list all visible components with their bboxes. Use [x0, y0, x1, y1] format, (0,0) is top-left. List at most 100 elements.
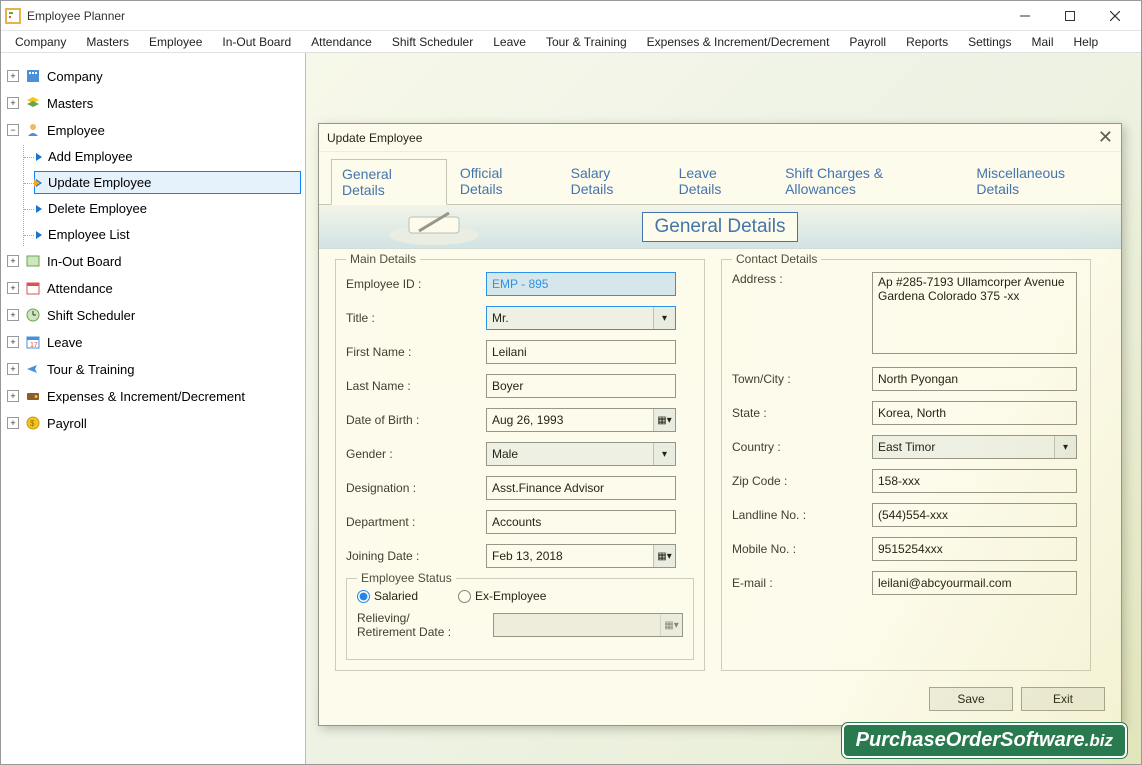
menu-mail[interactable]: Mail	[1021, 33, 1063, 51]
label-email: E-mail :	[732, 576, 872, 590]
radio-salaried[interactable]: Salaried	[357, 589, 418, 603]
tree-payroll[interactable]: +$Payroll	[5, 411, 301, 435]
banner-title: General Details	[642, 212, 799, 242]
menu-expenses[interactable]: Expenses & Increment/Decrement	[637, 33, 840, 51]
tab-salary[interactable]: Salary Details	[560, 158, 666, 204]
tree-label: Company	[47, 69, 103, 84]
menubar: Company Masters Employee In-Out Board At…	[1, 31, 1141, 53]
wallet-icon	[25, 388, 41, 404]
label-department: Department :	[346, 515, 486, 529]
town-input[interactable]	[872, 367, 1077, 391]
calendar-icon: 17	[25, 334, 41, 350]
tree-leave[interactable]: +17Leave	[5, 330, 301, 354]
dialog-titlebar: Update Employee ✕	[319, 124, 1121, 152]
tree-label: In-Out Board	[47, 254, 121, 269]
label-title: Title :	[346, 311, 486, 325]
label-mobile: Mobile No. :	[732, 542, 872, 556]
tab-shift-charges[interactable]: Shift Charges & Allowances	[774, 158, 963, 204]
department-input[interactable]	[486, 510, 676, 534]
tab-official[interactable]: Official Details	[449, 158, 558, 204]
state-input[interactable]	[872, 401, 1077, 425]
menu-attendance[interactable]: Attendance	[301, 33, 382, 51]
mobile-input[interactable]	[872, 537, 1077, 561]
tree-label: Tour & Training	[47, 362, 134, 377]
menu-settings[interactable]: Settings	[958, 33, 1021, 51]
app-icon	[5, 8, 21, 24]
clock-icon	[25, 307, 41, 323]
chevron-down-icon[interactable]: ▾	[653, 443, 675, 465]
tree-add-employee[interactable]: Add Employee	[34, 145, 301, 168]
label-employee-id: Employee ID :	[346, 277, 486, 291]
tree-inout[interactable]: +In-Out Board	[5, 249, 301, 273]
tab-general[interactable]: General Details	[331, 159, 447, 205]
menu-company[interactable]: Company	[5, 33, 76, 51]
minimize-button[interactable]	[1002, 2, 1047, 30]
label-country: Country :	[732, 440, 872, 454]
menu-masters[interactable]: Masters	[76, 33, 139, 51]
board-icon	[25, 253, 41, 269]
radio-exemployee[interactable]: Ex-Employee	[458, 589, 546, 603]
gender-select[interactable]	[486, 442, 676, 466]
calendar-picker-icon[interactable]: ▦▾	[653, 545, 675, 567]
tree-label: Expenses & Increment/Decrement	[47, 389, 245, 404]
employee-id-input[interactable]	[486, 272, 676, 296]
notebook-icon	[379, 207, 489, 247]
menu-inoutboard[interactable]: In-Out Board	[212, 33, 301, 51]
tree-label: Payroll	[47, 416, 87, 431]
joining-input[interactable]	[486, 544, 676, 568]
button-row: Save Exit	[319, 679, 1121, 725]
tree-masters[interactable]: +Masters	[5, 91, 301, 115]
calendar-picker-icon[interactable]: ▦▾	[653, 409, 675, 431]
chevron-down-icon[interactable]: ▾	[1054, 436, 1076, 458]
dob-input[interactable]	[486, 408, 676, 432]
tree-update-employee[interactable]: Update Employee	[34, 171, 301, 194]
tree-shift[interactable]: +Shift Scheduler	[5, 303, 301, 327]
menu-payroll[interactable]: Payroll	[839, 33, 896, 51]
tab-misc[interactable]: Miscellaneous Details	[965, 158, 1119, 204]
chevron-down-icon[interactable]: ▾	[653, 307, 675, 329]
titlebar: Employee Planner	[1, 1, 1141, 31]
first-name-input[interactable]	[486, 340, 676, 364]
coin-icon: $	[25, 415, 41, 431]
landline-input[interactable]	[872, 503, 1077, 527]
tree-attendance[interactable]: +Attendance	[5, 276, 301, 300]
menu-employee[interactable]: Employee	[139, 33, 212, 51]
employee-status-group: Employee Status Salaried Ex-Employee Rel…	[346, 578, 694, 660]
app-title: Employee Planner	[27, 9, 1002, 23]
tree-delete-employee[interactable]: Delete Employee	[34, 197, 301, 220]
designation-input[interactable]	[486, 476, 676, 500]
last-name-input[interactable]	[486, 374, 676, 398]
zip-input[interactable]	[872, 469, 1077, 493]
tree-expenses[interactable]: +Expenses & Increment/Decrement	[5, 384, 301, 408]
menu-shift[interactable]: Shift Scheduler	[382, 33, 483, 51]
menu-reports[interactable]: Reports	[896, 33, 958, 51]
tree-label: Add Employee	[48, 149, 133, 164]
country-select[interactable]	[872, 435, 1077, 459]
title-select[interactable]	[486, 306, 676, 330]
tree-company[interactable]: +Company	[5, 64, 301, 88]
radio-salaried-input[interactable]	[357, 590, 370, 603]
menu-help[interactable]: Help	[1064, 33, 1109, 51]
tree-label: Employee List	[48, 227, 130, 242]
address-input[interactable]	[872, 272, 1077, 354]
tabs: General Details Official Details Salary …	[319, 152, 1121, 205]
save-button[interactable]: Save	[929, 687, 1013, 711]
tree-label: Update Employee	[48, 175, 151, 190]
radio-exemployee-input[interactable]	[458, 590, 471, 603]
menu-leave[interactable]: Leave	[483, 33, 536, 51]
dialog-close-button[interactable]: ✕	[1098, 127, 1113, 148]
label-gender: Gender :	[346, 447, 486, 461]
label-town: Town/City :	[732, 372, 872, 386]
dialog-title: Update Employee	[327, 131, 1098, 145]
email-input[interactable]	[872, 571, 1077, 595]
maximize-button[interactable]	[1047, 2, 1092, 30]
close-button[interactable]	[1092, 2, 1137, 30]
content-area: Update Employee ✕ General Details Offici…	[306, 53, 1141, 764]
exit-button[interactable]: Exit	[1021, 687, 1105, 711]
tree-tour[interactable]: +Tour & Training	[5, 357, 301, 381]
menu-tour[interactable]: Tour & Training	[536, 33, 637, 51]
tab-leave[interactable]: Leave Details	[668, 158, 772, 204]
tree-employee[interactable]: −Employee	[5, 118, 301, 142]
tree-employee-list[interactable]: Employee List	[34, 223, 301, 246]
label-dob: Date of Birth :	[346, 413, 486, 427]
